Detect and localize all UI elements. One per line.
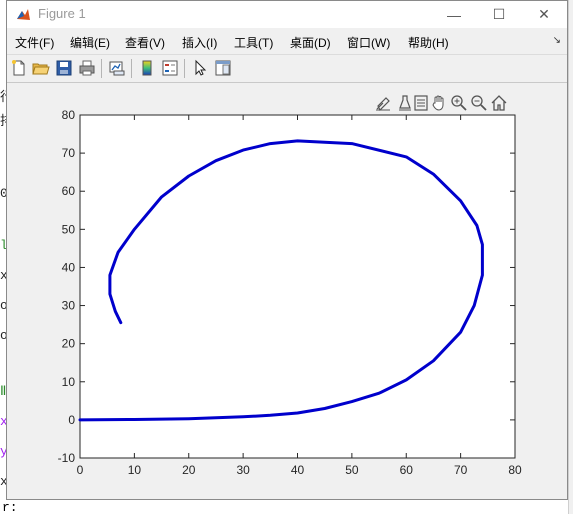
- y-tick-label: 60: [62, 184, 76, 198]
- y-tick-label: 10: [62, 375, 76, 389]
- x-tick-label: 0: [77, 463, 84, 477]
- y-tick-label: 0: [68, 413, 75, 427]
- y-tick-label: -10: [58, 451, 76, 465]
- x-tick-label: 20: [182, 463, 196, 477]
- background-scroll-edge: [568, 0, 573, 514]
- axes-box[interactable]: [79, 114, 516, 459]
- x-tick-label: 70: [454, 463, 468, 477]
- editor-bottom-line: r:: [0, 500, 573, 515]
- x-tick-label: 40: [291, 463, 305, 477]
- plot-canvas: 0 10 20 30 40 50 60 70 80-1001020304050607080: [58, 108, 522, 477]
- y-tick-label: 30: [62, 299, 76, 313]
- editor-bottom-text: r:: [2, 500, 18, 515]
- x-tick-label: 30: [236, 463, 250, 477]
- y-tick-label: 40: [62, 260, 76, 274]
- y-tick-label: 20: [62, 337, 76, 351]
- x-tick-label: 80: [508, 463, 522, 477]
- y-tick-label: 80: [62, 108, 76, 122]
- x-tick-label: 10: [128, 463, 142, 477]
- figure-window: Figure 1 — ☐ ✕ 文件(F) 编辑(E) 查看(V) 插入(I) 工…: [6, 0, 568, 500]
- x-tick-label: 60: [400, 463, 414, 477]
- x-tick-label: 50: [345, 463, 359, 477]
- y-tick-label: 70: [62, 146, 76, 160]
- y-tick-label: 50: [62, 222, 76, 236]
